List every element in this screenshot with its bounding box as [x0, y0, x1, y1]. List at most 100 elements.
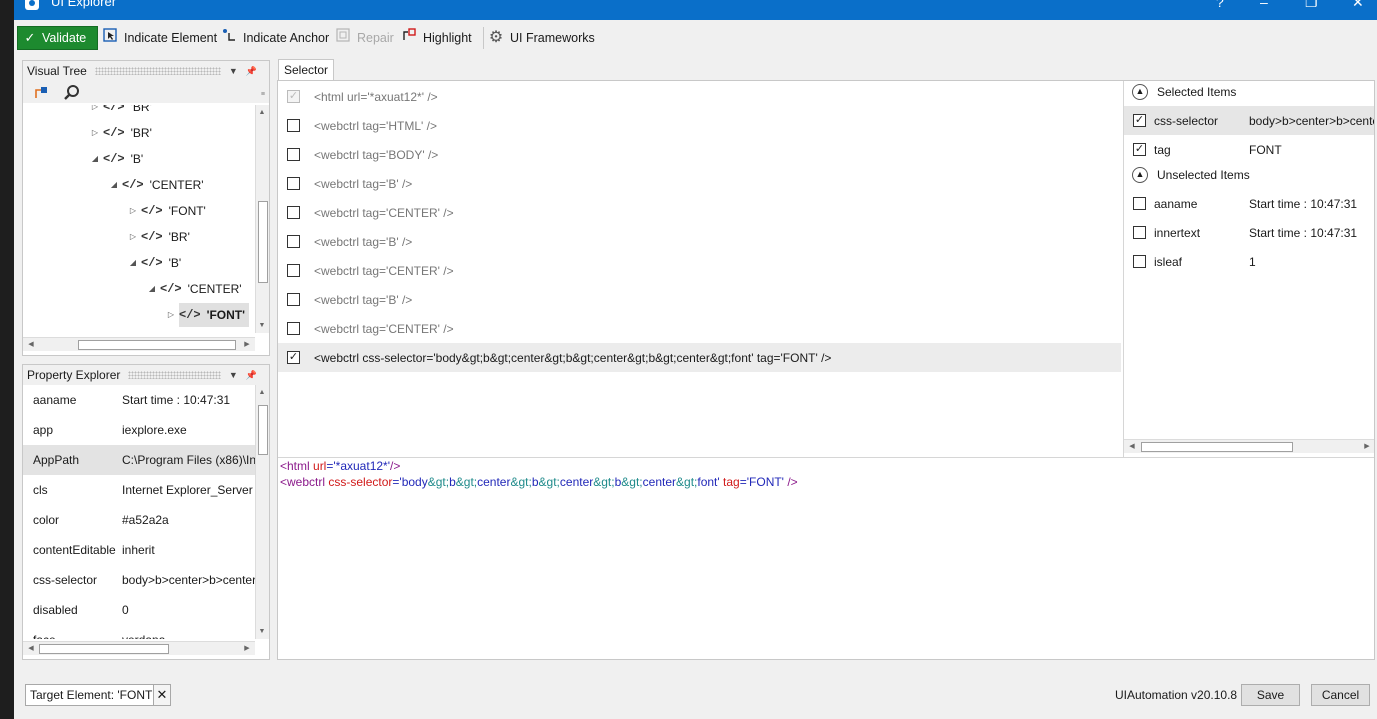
scroll-right-icon[interactable]: ▶	[241, 644, 253, 652]
scroll-thumb[interactable]	[258, 201, 268, 283]
selector-node-checkbox[interactable]	[287, 148, 300, 161]
property-row[interactable]: cls Internet Explorer_Server	[23, 475, 255, 505]
scroll-thumb[interactable]	[258, 405, 268, 455]
attribute-checkbox[interactable]: ✓	[1133, 114, 1146, 127]
scroll-left-icon[interactable]: ◀	[1126, 442, 1138, 450]
clear-target-button[interactable]: ✕	[153, 684, 171, 706]
tree-node[interactable]: ▷ </> 'BR'	[87, 105, 152, 119]
selector-node-row[interactable]: ✓ <html url='*axuat12*' />	[278, 82, 1121, 111]
minimize-button[interactable]: –	[1260, 0, 1268, 10]
scroll-left-icon[interactable]: ◀	[25, 340, 37, 348]
property-row-selected[interactable]: AppPath C:\Program Files (x86)\Internet …	[23, 445, 255, 475]
selected-items-header[interactable]: ▲ Selected Items	[1132, 81, 1236, 105]
scroll-up-icon[interactable]: ▲	[256, 109, 268, 116]
highlight-button[interactable]: Highlight	[401, 26, 472, 50]
unselected-items-header[interactable]: ▲ Unselected Items	[1132, 162, 1250, 188]
close-window-button[interactable]: ✕	[1352, 0, 1364, 11]
scroll-right-icon[interactable]: ▶	[241, 340, 253, 348]
selector-node-checkbox[interactable]	[287, 293, 300, 306]
property-row[interactable]: aaname Start time : 10:47:31	[23, 385, 255, 415]
refresh-tree-icon[interactable]	[33, 85, 49, 104]
attribute-checkbox[interactable]	[1133, 197, 1146, 210]
attribute-checkbox[interactable]	[1133, 255, 1146, 268]
selector-node-row[interactable]: <webctrl tag='CENTER' />	[278, 256, 1121, 285]
collapse-up-icon[interactable]: ▲	[1132, 84, 1148, 100]
property-vertical-scrollbar[interactable]: ▲ ▼	[255, 385, 269, 639]
selector-node-checkbox[interactable]: ✓	[287, 351, 300, 364]
scroll-thumb[interactable]	[39, 644, 169, 654]
collapse-icon[interactable]: ◢	[87, 147, 103, 171]
tab-selector-editor[interactable]: Selector Editor	[278, 59, 335, 97]
selector-node-checkbox[interactable]	[287, 119, 300, 132]
attributes-horizontal-scrollbar[interactable]: ◀ ▶	[1124, 439, 1374, 453]
property-row[interactable]: disabled 0	[23, 595, 255, 625]
tree-node[interactable]: ▷ </> 'BR'	[87, 121, 152, 145]
selector-preview[interactable]: <html url='*axuat12*'/> <webctrl css-sel…	[278, 458, 1373, 658]
selector-node-checkbox[interactable]	[287, 235, 300, 248]
tree-node[interactable]: ▷ </> 'FONT'	[125, 199, 206, 223]
help-button[interactable]: ?	[1216, 0, 1224, 10]
restore-button[interactable]: ❐	[1305, 0, 1318, 11]
tree-horizontal-scrollbar[interactable]: ◀ ▶	[23, 337, 255, 351]
selector-node-checkbox[interactable]	[287, 206, 300, 219]
scroll-up-icon[interactable]: ▲	[256, 389, 268, 396]
validate-button[interactable]: ✓ Validate	[17, 26, 98, 50]
attribute-row-selected[interactable]: ✓ css-selector body>b>center>b>center>b>…	[1124, 106, 1374, 135]
expand-icon[interactable]: ▷	[125, 225, 141, 249]
indicate-anchor-button[interactable]: Indicate Anchor	[221, 26, 329, 50]
selector-node-row[interactable]: <webctrl tag='CENTER' />	[278, 314, 1121, 343]
property-row[interactable]: face verdana	[23, 625, 255, 639]
property-row[interactable]: contentEditable inherit	[23, 535, 255, 565]
selector-node-row[interactable]: <webctrl tag='B' />	[278, 169, 1121, 198]
selector-node-row[interactable]: <webctrl tag='B' />	[278, 285, 1121, 314]
selector-node-checkbox[interactable]: ✓	[287, 90, 300, 103]
selector-node-checkbox[interactable]	[287, 177, 300, 190]
scroll-down-icon[interactable]: ▼	[256, 628, 268, 635]
property-row[interactable]: css-selector body>b>center>b>center>b>ce…	[23, 565, 255, 595]
selector-node-row[interactable]: <webctrl tag='B' />	[278, 227, 1121, 256]
attribute-row[interactable]: innertext Start time : 10:47:31	[1124, 218, 1374, 247]
tree-node[interactable]: ◢ </> 'CENTER'	[106, 173, 204, 197]
selector-node-row[interactable]: <webctrl tag='CENTER' />	[278, 198, 1121, 227]
expand-icon[interactable]: ▷	[87, 105, 103, 119]
indicate-element-button[interactable]: Indicate Element	[102, 26, 217, 50]
tree-node-selected[interactable]: ▷ </> 'FONT'	[163, 303, 249, 327]
collapse-icon[interactable]: ◢	[125, 251, 141, 275]
attribute-row[interactable]: ✓ tag FONT	[1124, 135, 1374, 164]
attribute-row[interactable]: aaname Start time : 10:47:31	[1124, 189, 1374, 218]
tree-node[interactable]: ◢ </> 'B'	[87, 147, 143, 171]
repair-button[interactable]: Repair	[335, 26, 394, 50]
tree-vertical-scrollbar[interactable]: ▲ ▼	[255, 105, 269, 333]
save-button[interactable]: Save	[1241, 684, 1300, 706]
attribute-row[interactable]: isleaf 1	[1124, 247, 1374, 276]
attribute-checkbox[interactable]: ✓	[1133, 143, 1146, 156]
expand-icon[interactable]: ▷	[163, 303, 179, 327]
collapse-icon[interactable]: ◢	[144, 277, 160, 301]
property-row[interactable]: app iexplore.exe	[23, 415, 255, 445]
selector-node-row-selected[interactable]: ✓ <webctrl css-selector='body&gt;b&gt;ce…	[278, 343, 1121, 372]
scroll-left-icon[interactable]: ◀	[25, 644, 37, 652]
panel-grip[interactable]	[94, 67, 221, 75]
selector-node-row[interactable]: <webctrl tag='HTML' />	[278, 111, 1121, 140]
scroll-thumb[interactable]	[1141, 442, 1293, 452]
expand-icon[interactable]: ▷	[125, 199, 141, 223]
selector-node-row[interactable]: <webctrl tag='BODY' />	[278, 140, 1121, 169]
expand-icon[interactable]: ▷	[87, 121, 103, 145]
tree-node[interactable]: ◢ </> 'B'	[125, 251, 181, 275]
panel-grip[interactable]	[128, 371, 221, 379]
tree-node[interactable]: ◢ </> 'CENTER'	[144, 277, 242, 301]
scroll-right-icon[interactable]: ▶	[1361, 442, 1373, 450]
attribute-checkbox[interactable]	[1133, 226, 1146, 239]
cancel-button[interactable]: Cancel	[1311, 684, 1370, 706]
search-icon[interactable]	[63, 84, 81, 105]
selected-node-box[interactable]: </> 'FONT'	[179, 303, 249, 327]
collapse-icon[interactable]: ◢	[106, 173, 122, 197]
scroll-thumb[interactable]	[78, 340, 236, 350]
tree-node[interactable]: ▷ </> 'BR'	[125, 225, 190, 249]
tree-options-icon[interactable]: ≡	[261, 91, 265, 98]
property-row[interactable]: color #a52a2a	[23, 505, 255, 535]
panel-menu-icons[interactable]: ▼📌	[229, 370, 269, 381]
collapse-up-icon[interactable]: ▲	[1132, 167, 1148, 183]
selector-node-checkbox[interactable]	[287, 264, 300, 277]
ui-frameworks-button[interactable]: ⚙ UI Frameworks	[488, 26, 595, 50]
